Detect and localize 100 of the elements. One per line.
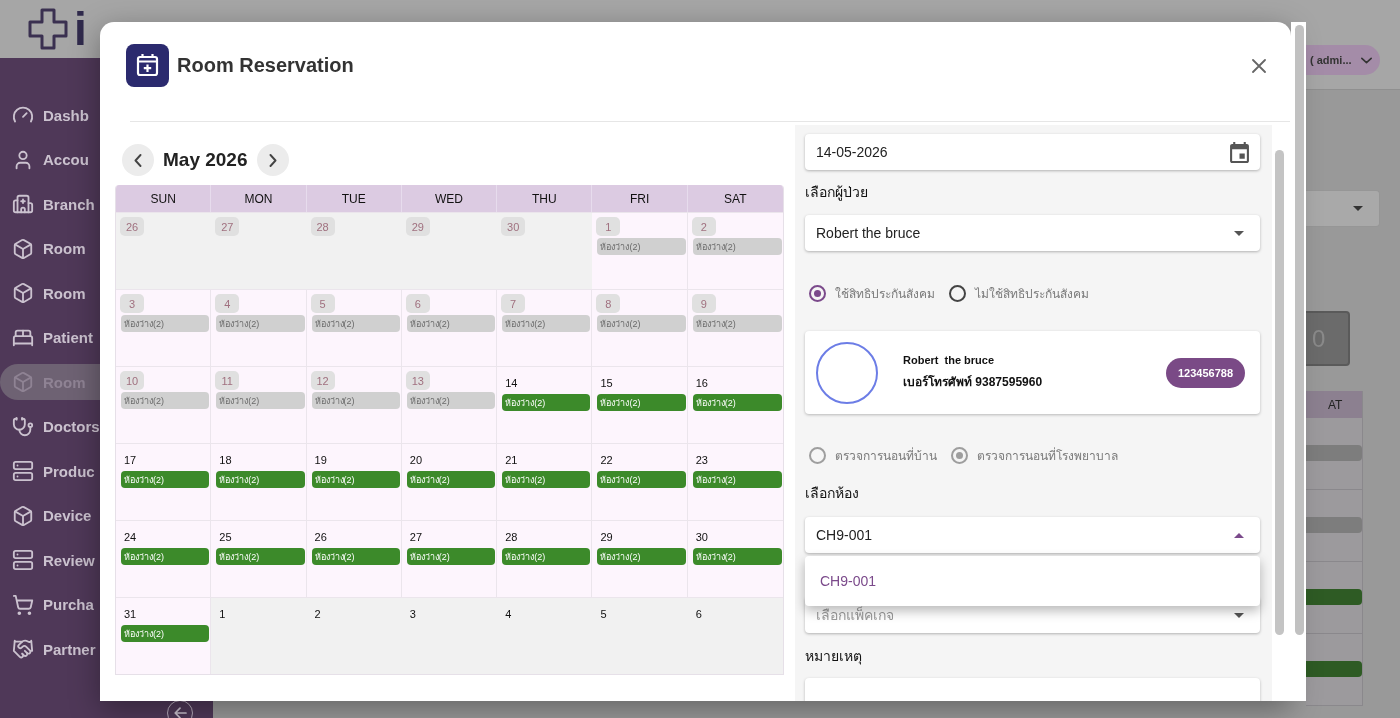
day-cell[interactable]: 20 ห้องว่าง(2) <box>401 444 498 520</box>
user-menu-button[interactable]: ( admi... <box>1306 45 1380 75</box>
sidebar-item[interactable]: Produc <box>0 453 100 489</box>
availability-chip[interactable]: ห้องว่าง(2) <box>121 471 210 488</box>
sidebar-item[interactable]: Branch <box>0 186 100 222</box>
day-cell[interactable]: 12 ห้องว่าง(2) <box>306 367 402 443</box>
availability-chip[interactable]: ห้องว่าง(2) <box>597 394 686 411</box>
availability-chip[interactable]: ห้องว่าง(2) <box>597 471 686 488</box>
availability-chip[interactable]: ห้องว่าง(2) <box>406 471 496 488</box>
sidebar-item[interactable]: Review <box>0 542 100 578</box>
radio-option[interactable]: ไม่ใช้สิทธิประกันสังคม <box>949 283 1089 303</box>
day-cell[interactable]: 23 ห้องว่าง(2) <box>687 444 783 520</box>
day-cell[interactable]: 15 ห้องว่าง(2) <box>592 367 688 443</box>
day-cell[interactable]: 7 ห้องว่าง(2) <box>497 290 593 366</box>
availability-chip[interactable]: ห้องว่าง(2) <box>121 392 210 409</box>
day-cell[interactable]: 2 <box>306 598 402 674</box>
day-cell[interactable]: 8 ห้องว่าง(2) <box>592 290 688 366</box>
availability-chip[interactable]: ห้องว่าง(2) <box>692 315 782 332</box>
day-cell[interactable]: 16 ห้องว่าง(2) <box>687 367 783 443</box>
day-cell[interactable]: 21 ห้องว่าง(2) <box>497 444 593 520</box>
sidebar-item[interactable]: Doctors <box>0 408 100 445</box>
availability-chip[interactable]: ห้องว่าง(2) <box>692 394 782 411</box>
day-cell[interactable]: 4 ห้องว่าง(2) <box>211 290 307 366</box>
availability-chip[interactable]: ห้องว่าง(2) <box>121 315 210 332</box>
day-cell[interactable]: 17 ห้องว่าง(2) <box>116 444 212 520</box>
availability-chip[interactable]: ห้องว่าง(2) <box>216 315 305 332</box>
day-cell[interactable]: 13 ห้องว่าง(2) <box>401 367 498 443</box>
day-cell[interactable]: 24 ห้องว่าง(2) <box>116 521 212 597</box>
radio-icon[interactable] <box>809 284 826 302</box>
availability-chip[interactable]: ห้องว่าง(2) <box>216 392 305 409</box>
day-cell[interactable]: 22 ห้องว่าง(2) <box>592 444 688 520</box>
sidebar-item[interactable]: Room <box>0 230 100 267</box>
availability-chip[interactable]: ห้องว่าง(2) <box>502 548 591 565</box>
day-cell[interactable]: 30 ห้องว่าง(2) <box>687 521 783 597</box>
day-cell[interactable]: 29 <box>401 213 498 289</box>
day-cell[interactable]: 28 ห้องว่าง(2) <box>497 521 593 597</box>
availability-chip[interactable]: ห้องว่าง(2) <box>311 471 400 488</box>
close-button[interactable] <box>1252 58 1266 73</box>
calendar-icon[interactable] <box>1230 141 1249 163</box>
day-cell[interactable]: 1 <box>211 598 307 674</box>
day-cell[interactable]: 27 <box>211 213 307 289</box>
sidebar-item[interactable]: Purcha <box>0 586 100 623</box>
scrollbar-thumb[interactable] <box>1275 150 1284 635</box>
day-cell[interactable]: 6 <box>687 598 783 674</box>
availability-chip[interactable]: ห้องว่าง(2) <box>597 315 686 332</box>
day-cell[interactable]: 18 ห้องว่าง(2) <box>211 444 307 520</box>
sidebar-item[interactable]: Room <box>0 275 100 311</box>
availability-chip[interactable]: ห้องว่าง(2) <box>597 238 686 255</box>
day-cell[interactable]: 1 ห้องว่าง(2) <box>592 213 688 289</box>
scrollbar-thumb[interactable] <box>1295 25 1304 635</box>
day-cell[interactable]: 3 ห้องว่าง(2) <box>116 290 212 366</box>
day-cell[interactable]: 2 ห้องว่าง(2) <box>687 213 783 289</box>
room-select[interactable]: CH9-001 <box>805 517 1260 553</box>
day-cell[interactable]: 30 <box>497 213 593 289</box>
next-month-button[interactable] <box>256 144 289 176</box>
day-cell[interactable]: 4 <box>497 598 593 674</box>
day-cell[interactable]: 29 ห้องว่าง(2) <box>592 521 688 597</box>
day-cell[interactable]: 14 ห้องว่าง(2) <box>497 367 593 443</box>
availability-chip[interactable]: ห้องว่าง(2) <box>692 471 782 488</box>
availability-chip[interactable]: ห้องว่าง(2) <box>216 471 305 488</box>
day-cell[interactable]: 5 <box>592 598 688 674</box>
availability-chip[interactable]: ห้องว่าง(2) <box>406 315 496 332</box>
availability-chip[interactable]: ห้องว่าง(2) <box>311 548 400 565</box>
prev-month-button[interactable] <box>122 144 154 176</box>
day-cell[interactable]: 26 <box>116 213 212 289</box>
dropdown-option[interactable]: CH9-001 <box>805 573 1260 589</box>
radio-option[interactable]: ใช้สิทธิประกันสังคม <box>809 283 935 303</box>
sidebar-item[interactable]: Dashb <box>0 97 100 133</box>
day-cell[interactable]: 10 ห้องว่าง(2) <box>116 367 212 443</box>
availability-chip[interactable]: ห้องว่าง(2) <box>597 548 686 565</box>
sidebar-item[interactable]: Patient <box>0 319 100 356</box>
day-cell[interactable]: 3 <box>401 598 498 674</box>
availability-chip[interactable]: ห้องว่าง(2) <box>216 548 305 565</box>
day-cell[interactable]: 26 ห้องว่าง(2) <box>306 521 402 597</box>
day-cell[interactable]: 5 ห้องว่าง(2) <box>306 290 402 366</box>
availability-chip[interactable]: ห้องว่าง(2) <box>502 315 591 332</box>
day-cell[interactable]: 25 ห้องว่าง(2) <box>211 521 307 597</box>
day-cell[interactable]: 19 ห้องว่าง(2) <box>306 444 402 520</box>
availability-chip[interactable]: ห้องว่าง(2) <box>502 471 591 488</box>
availability-chip[interactable]: ห้องว่าง(2) <box>406 548 496 565</box>
availability-chip[interactable]: ห้องว่าง(2) <box>692 238 782 255</box>
day-cell[interactable]: 28 <box>306 213 402 289</box>
radio-icon[interactable] <box>949 284 966 302</box>
availability-chip[interactable]: ห้องว่าง(2) <box>121 625 210 642</box>
availability-chip[interactable]: ห้องว่าง(2) <box>692 548 782 565</box>
date-field[interactable]: 14-05-2026 <box>805 134 1260 170</box>
availability-chip[interactable]: ห้องว่าง(2) <box>311 315 400 332</box>
sidebar-item[interactable]: Partner <box>0 631 100 667</box>
day-cell[interactable]: 27 ห้องว่าง(2) <box>401 521 498 597</box>
availability-chip[interactable]: ห้องว่าง(2) <box>121 548 210 565</box>
day-cell[interactable]: 6 ห้องว่าง(2) <box>401 290 498 366</box>
sidebar-item[interactable]: Device <box>0 497 100 534</box>
select-field[interactable] <box>1306 190 1380 227</box>
sidebar-item[interactable]: Accou <box>0 141 100 178</box>
day-cell[interactable]: 31 ห้องว่าง(2) <box>116 598 212 674</box>
day-cell[interactable]: 11 ห้องว่าง(2) <box>211 367 307 443</box>
availability-chip[interactable]: ห้องว่าง(2) <box>502 394 591 411</box>
availability-chip[interactable]: ห้องว่าง(2) <box>406 392 496 409</box>
patient-select[interactable]: Robert the bruce <box>805 215 1260 251</box>
day-cell[interactable]: 9 ห้องว่าง(2) <box>687 290 783 366</box>
